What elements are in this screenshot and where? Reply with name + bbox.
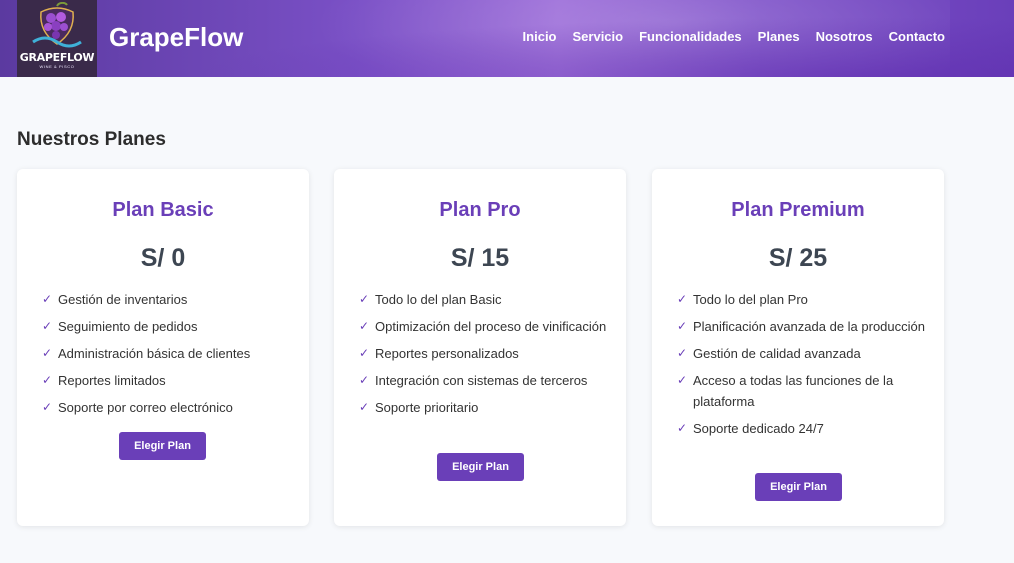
plan-title: Plan Pro [439, 199, 521, 221]
feature-item: ✓ Optimización del proceso de vinificació… [359, 316, 609, 337]
check-icon: ✓ [42, 400, 53, 414]
plan-card-pro: Plan Pro S/ 15 ✓ Todo lo del plan Basic ✓… [334, 169, 626, 526]
feature-item: ✓ Soporte prioritario [359, 397, 609, 418]
feature-item: ✓ Planificación avanzada de la producción [677, 316, 927, 337]
feature-text: Seguimiento de pedidos [58, 319, 198, 334]
plan-price: S/ 15 [450, 244, 510, 272]
check-icon: ✓ [359, 292, 370, 306]
check-icon: ✓ [677, 421, 688, 435]
feature-text: Gestión de calidad avanzada [693, 346, 861, 361]
feature-text: Integración con sistemas de terceros [375, 373, 588, 388]
feature-text: Administración básica de clientes [58, 346, 251, 361]
choose-plan-basic-button[interactable]: Elegir Plan [119, 432, 206, 460]
feature-text: Acceso a todas las funciones de la plata… [693, 373, 894, 409]
feature-list: ✓ Todo lo del plan Pro ✓ Planificación ava… [677, 289, 927, 445]
feature-item: ✓ Todo lo del plan Pro [677, 289, 927, 310]
feature-item: ✓ Todo lo del plan Basic [359, 289, 609, 310]
choose-plan-premium-button[interactable]: Elegir Plan [755, 473, 842, 501]
feature-item: ✓ Seguimiento de pedidos [42, 316, 292, 337]
feature-list: ✓ Todo lo del plan Basic ✓ Optimización de… [359, 289, 609, 424]
feature-text: Planificación avanzada de la producción [693, 319, 925, 334]
section-title: Nuestros Planes [17, 129, 166, 150]
feature-text: Todo lo del plan Basic [375, 292, 502, 307]
feature-text: Reportes limitados [58, 373, 166, 388]
check-icon: ✓ [677, 373, 688, 387]
feature-text: Gestión de inventarios [58, 292, 188, 307]
nav-nosotros[interactable]: Nosotros [816, 29, 873, 44]
feature-item: ✓ Reportes personalizados [359, 343, 609, 364]
brand-name[interactable]: GrapeFlow [109, 22, 243, 53]
plan-card-premium: Plan Premium S/ 25 ✓ Todo lo del plan Pro… [652, 169, 944, 526]
nav-inicio[interactable]: Inicio [523, 29, 557, 44]
feature-text: Todo lo del plan Pro [693, 292, 808, 307]
check-icon: ✓ [359, 319, 370, 333]
feature-item: ✓ Gestión de inventarios [42, 289, 292, 310]
feature-item: ✓ Gestión de calidad avanzada [677, 343, 927, 364]
main-nav: Inicio Servicio Funcionalidades Planes N… [523, 29, 945, 44]
feature-text: Soporte prioritario [375, 400, 479, 415]
check-icon: ✓ [359, 373, 370, 387]
check-icon: ✓ [677, 346, 688, 360]
feature-item: ✓ Administración básica de clientes [42, 343, 292, 364]
feature-item: ✓ Soporte por correo electrónico [42, 397, 292, 418]
nav-servicio[interactable]: Servicio [573, 29, 624, 44]
nav-planes[interactable]: Planes [758, 29, 800, 44]
plan-title: Plan Basic [112, 199, 214, 221]
check-icon: ✓ [359, 400, 370, 414]
feature-list: ✓ Gestión de inventarios ✓ Seguimiento de … [42, 289, 292, 424]
nav-contacto[interactable]: Contacto [889, 29, 945, 44]
feature-text: Reportes personalizados [375, 346, 519, 361]
logo-tagline: WINE & PISCO [39, 64, 75, 69]
logo-name: GRAPEFLOW [19, 51, 95, 64]
plan-price: S/ 0 [140, 244, 186, 272]
choose-plan-pro-button[interactable]: Elegir Plan [437, 453, 524, 481]
feature-item: ✓ Soporte dedicado 24/7 [677, 418, 927, 439]
plan-title: Plan Premium [731, 199, 865, 221]
check-icon: ✓ [677, 319, 688, 333]
check-icon: ✓ [42, 292, 53, 306]
feature-text: Soporte dedicado 24/7 [693, 421, 824, 436]
site-header: GRAPEFLOW WINE & PISCO GrapeFlow Inicio … [0, 0, 1014, 77]
feature-text: Optimización del proceso de vinificación [375, 319, 607, 334]
check-icon: ✓ [677, 292, 688, 306]
check-icon: ✓ [359, 346, 370, 360]
grape-logo-icon [32, 2, 82, 48]
plan-price: S/ 25 [768, 244, 828, 272]
logo[interactable]: GRAPEFLOW WINE & PISCO [17, 0, 97, 77]
plan-card-basic: Plan Basic S/ 0 ✓ Gestión de inventarios … [17, 169, 309, 526]
check-icon: ✓ [42, 319, 53, 333]
feature-item: ✓ Integración con sistemas de terceros [359, 370, 609, 391]
feature-item: ✓ Reportes limitados [42, 370, 292, 391]
feature-text: Soporte por correo electrónico [58, 400, 233, 415]
nav-funcionalidades[interactable]: Funcionalidades [639, 29, 742, 44]
feature-item: ✓ Acceso a todas las funciones de la plat… [677, 370, 927, 412]
check-icon: ✓ [42, 373, 53, 387]
check-icon: ✓ [42, 346, 53, 360]
